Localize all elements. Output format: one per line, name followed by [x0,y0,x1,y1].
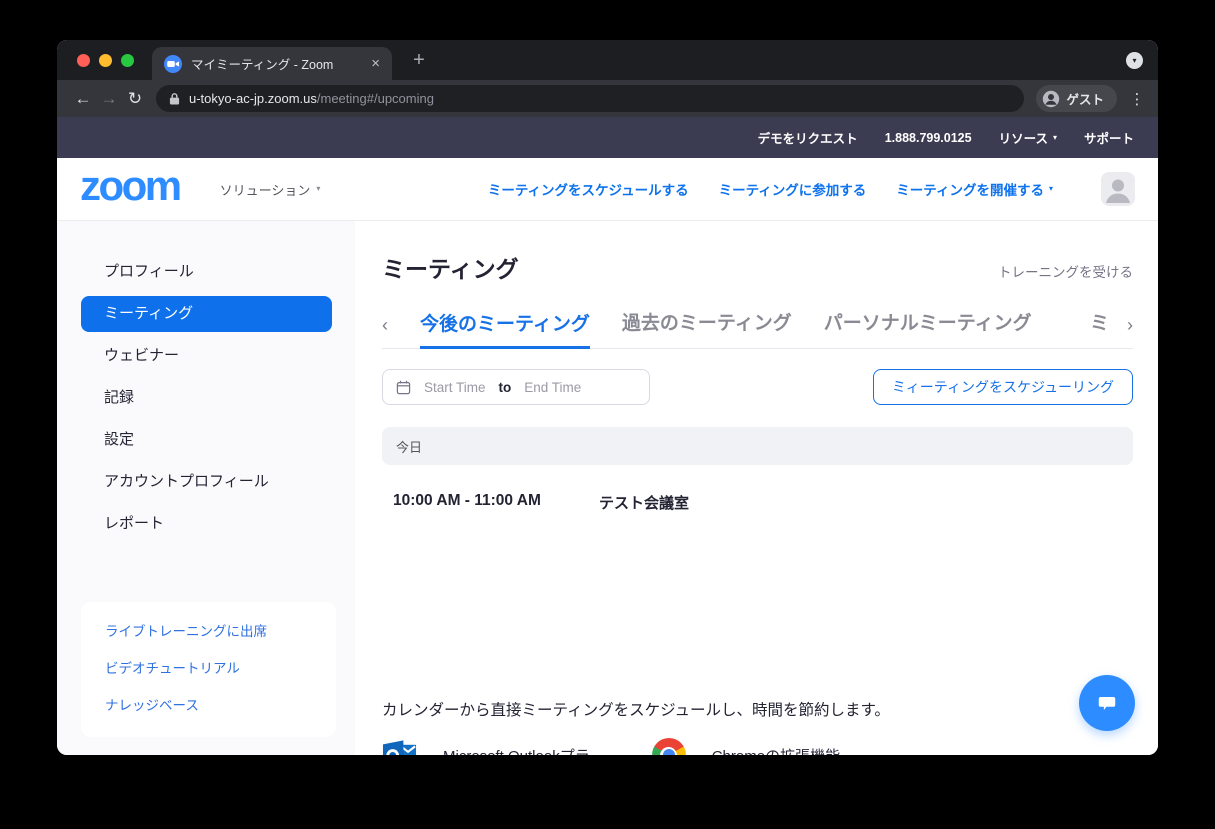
meeting-tabs: ‹ 今後のミーティング 過去のミーティング パーソナルミーティング ミ › [382,308,1133,349]
user-avatar[interactable] [1101,172,1135,206]
meeting-topic[interactable]: テスト会議室 [599,492,689,513]
sidebar-item-account-profile[interactable]: アカウントプロフィール [81,464,332,500]
sidebar-item-webinars[interactable]: ウェビナー [81,338,332,374]
browser-toolbar: ← → ↻ u-tokyo-ac-jp.zoom.us/meeting#/upc… [57,80,1158,117]
url-path: /meeting#/upcoming [316,91,434,106]
tab-search-button[interactable]: ▾ [1126,52,1143,69]
tab-truncated[interactable]: ミ [1090,308,1109,348]
chevron-left-icon[interactable]: ‹ [382,315,388,348]
resources-menu[interactable]: リソース ▾ [999,128,1057,147]
chrome-icon [651,738,686,755]
calendar-promo-text: カレンダーから直接ミーティングをスケジュールし、時間を節約します。 [382,702,890,719]
chevron-down-icon: ▾ [316,184,321,193]
sidebar-item-meetings[interactable]: ミーティング [81,296,332,332]
avatar-person-icon [1106,179,1130,203]
schedule-meeting-link[interactable]: ミーティングをスケジュールする [488,179,689,199]
url-host: u-tokyo-ac-jp.zoom.us [189,91,317,106]
guest-avatar-icon [1043,90,1060,107]
main-content: ミーティング トレーニングを受ける ‹ 今後のミーティング 過去のミーティング … [355,221,1158,755]
date-range-input[interactable]: Start Time to End Time [382,369,650,405]
host-meeting-menu[interactable]: ミーティングを開催する ▾ [896,179,1053,199]
sidebar-item-recordings[interactable]: 記録 [81,380,332,416]
solutions-menu[interactable]: ソリューション ▾ [220,180,321,199]
forward-icon[interactable]: → [96,89,122,109]
chrome-extension-link[interactable]: Chromeの拡張機能 [651,738,840,756]
fullscreen-window-button[interactable] [121,54,134,67]
schedule-meeting-button[interactable]: ミィーティングをスケジューリング [872,369,1133,405]
video-tutorials-link[interactable]: ビデオチュートリアル [105,650,336,687]
to-label: to [498,379,512,395]
get-training-link[interactable]: トレーニングを受ける [998,261,1133,281]
chevron-down-icon: ▾ [1048,184,1053,193]
browser-window: マイミーティング - Zoom × + ▾ ← → ↻ u-tokyo-ac-j… [57,40,1158,755]
chat-bubble-icon [1098,697,1116,711]
page-title: ミーティング [382,256,519,282]
tab-personal-meetings[interactable]: パーソナルミーティング [824,308,1032,348]
tab-upcoming-meetings[interactable]: 今後のミーティング [420,309,590,349]
close-tab-icon[interactable]: × [371,56,380,71]
site-header: zoom ソリューション ▾ ミーティングをスケジュールする ミーティングに参加… [57,158,1158,221]
start-time-placeholder: Start Time [424,379,486,395]
guest-label: ゲスト [1066,93,1104,107]
reload-icon[interactable]: ↻ [122,89,148,109]
browser-menu-icon[interactable]: ⋮ [1129,90,1145,108]
outlook-plugin-link[interactable]: Microsoft Outlookプラ [382,738,590,755]
chat-fab-button[interactable] [1079,675,1135,731]
window-controls [77,54,134,67]
knowledge-base-link[interactable]: ナレッジベース [105,687,336,724]
sidebar-item-profile[interactable]: プロフィール [81,254,332,290]
tab-title: マイミーティング - Zoom [191,58,334,72]
sidebar-item-settings[interactable]: 設定 [81,422,332,458]
calendar-icon [396,380,411,394]
header-nav: ミーティングをスケジュールする ミーティングに参加する ミーティングを開催する … [488,172,1135,206]
integrations-row: Microsoft Outlookプラ Chromeの拡張機能 [382,738,1133,755]
support-link[interactable]: サポート [1084,128,1134,147]
browser-tab-strip: マイミーティング - Zoom × + ▾ [57,40,1158,80]
chevron-right-icon[interactable]: › [1127,315,1133,348]
close-window-button[interactable] [77,54,90,67]
meeting-row[interactable]: 10:00 AM - 11:00 AM テスト会議室 [382,492,1133,513]
sidebar: プロフィール ミーティング ウェビナー 記録 設定 アカウントプロフィール レポ… [57,221,355,755]
meeting-time: 10:00 AM - 11:00 AM [393,492,541,509]
phone-number[interactable]: 1.888.799.0125 [885,131,972,145]
day-group-header: 今日 [382,427,1133,465]
integration-label: Chromeの拡張機能 [712,745,840,756]
attend-live-training-link[interactable]: ライブトレーニングに出席 [105,613,336,650]
zoom-favicon-icon [164,54,182,73]
request-demo-link[interactable]: デモをリクエスト [758,128,858,147]
back-icon[interactable]: ← [70,89,96,109]
browser-profile-button[interactable]: ゲスト [1036,85,1117,112]
help-card: ライブトレーニングに出席 ビデオチュートリアル ナレッジベース [81,602,336,737]
lock-icon [169,93,180,105]
address-bar[interactable]: u-tokyo-ac-jp.zoom.us/meeting#/upcoming [156,85,1025,112]
browser-tab[interactable]: マイミーティング - Zoom × [152,47,392,80]
integration-label: Microsoft Outlookプラ [443,745,590,755]
minimize-window-button[interactable] [99,54,112,67]
chevron-down-icon: ▾ [1052,132,1057,142]
tab-previous-meetings[interactable]: 過去のミーティング [622,308,792,348]
zoom-logo[interactable]: zoom [80,165,182,206]
end-time-placeholder: End Time [524,379,582,395]
outlook-icon [382,740,417,755]
site-topnav: デモをリクエスト 1.888.799.0125 リソース ▾ サポート [57,117,1158,158]
join-meeting-link[interactable]: ミーティングに参加する [719,179,867,199]
new-tab-button[interactable]: + [407,49,431,73]
sidebar-item-reports[interactable]: レポート [81,506,332,542]
